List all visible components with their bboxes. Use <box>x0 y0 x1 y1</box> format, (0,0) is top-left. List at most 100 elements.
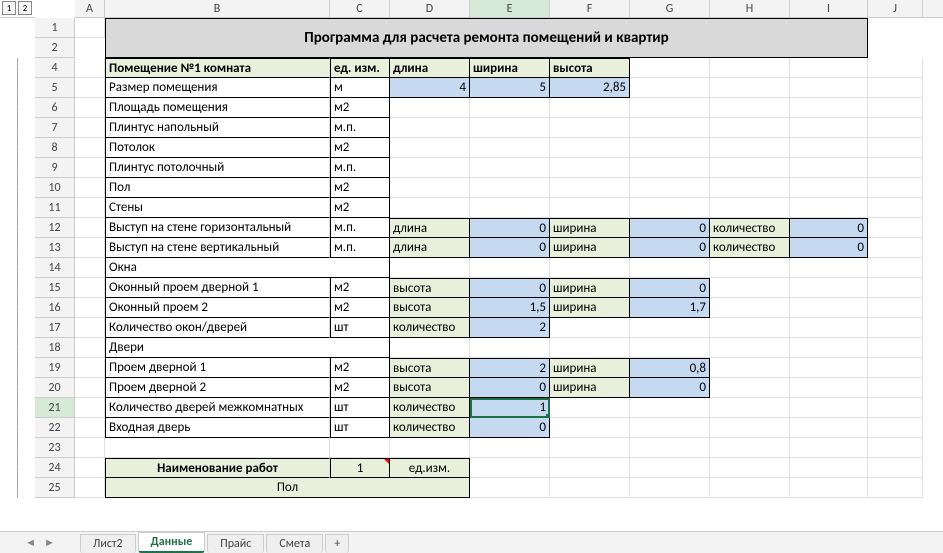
header-room[interactable]: Помещение №1 комната <box>105 58 330 78</box>
r5-unit[interactable]: м <box>330 78 390 98</box>
r19-g[interactable]: 0,8 <box>630 358 710 378</box>
r15-unit[interactable]: м2 <box>330 278 390 298</box>
r21-unit[interactable]: шт <box>330 398 390 418</box>
r16-g[interactable]: 1,7 <box>630 298 710 318</box>
r12-i[interactable]: 0 <box>790 218 868 238</box>
col-header-E[interactable]: E <box>470 0 550 17</box>
row-header-10[interactable]: 10 <box>35 178 75 198</box>
outline-level-1[interactable]: 1 <box>2 1 16 15</box>
tab-data[interactable]: Данные <box>138 532 206 553</box>
r12-name[interactable]: Выступ на стене горизонтальный <box>105 218 330 238</box>
row-header-5[interactable]: 5 <box>35 78 75 98</box>
r12-h[interactable]: количество <box>710 218 790 238</box>
r17-e[interactable]: 2 <box>470 318 550 338</box>
r24-c[interactable]: 1 <box>330 458 390 478</box>
row-header-24[interactable]: 24 <box>35 458 75 478</box>
tab-nav-prev[interactable]: ◄ <box>25 536 36 549</box>
r24-d[interactable]: ед.изм. <box>390 458 470 478</box>
r19-d[interactable]: высота <box>390 358 470 378</box>
header-hgt[interactable]: высота <box>550 58 630 78</box>
r11-name[interactable]: Стены <box>105 198 330 218</box>
r20-d[interactable]: высота <box>390 378 470 398</box>
r21-name[interactable]: Количество дверей межкомнатных <box>105 398 330 418</box>
r9-unit[interactable]: м.п. <box>330 158 390 178</box>
r17-d[interactable]: количество <box>390 318 470 338</box>
r20-f[interactable]: ширина <box>550 378 630 398</box>
r7-name[interactable]: Плинтус напольный <box>105 118 330 138</box>
r22-d[interactable]: количество <box>390 418 470 438</box>
r25-name[interactable]: Пол <box>105 478 470 498</box>
r13-e[interactable]: 0 <box>470 238 550 258</box>
r20-unit[interactable]: м2 <box>330 378 390 398</box>
row-header-17[interactable]: 17 <box>35 318 75 338</box>
row-header-4[interactable]: 4 <box>35 58 75 78</box>
col-header-B[interactable]: B <box>105 0 330 17</box>
col-header-D[interactable]: D <box>390 0 470 17</box>
r12-d[interactable]: длина <box>390 218 470 238</box>
row-header-13[interactable]: 13 <box>35 238 75 258</box>
header-len[interactable]: длина <box>390 58 470 78</box>
r19-name[interactable]: Проем дверной 1 <box>105 358 330 378</box>
r20-e[interactable]: 0 <box>470 378 550 398</box>
r22-unit[interactable]: шт <box>330 418 390 438</box>
tab-estimate[interactable]: Смета <box>266 534 323 553</box>
row-header-12[interactable]: 12 <box>35 218 75 238</box>
row-header-1[interactable]: 1 <box>35 18 75 38</box>
row-header-16[interactable]: 16 <box>35 298 75 318</box>
r15-g[interactable]: 0 <box>630 278 710 298</box>
r15-e[interactable]: 0 <box>470 278 550 298</box>
r21-d[interactable]: количество <box>390 398 470 418</box>
r12-g[interactable]: 0 <box>630 218 710 238</box>
r5-wid[interactable]: 5 <box>470 78 550 98</box>
r5-name[interactable]: Размер помещения <box>105 78 330 98</box>
row-header-25[interactable]: 25 <box>35 478 75 498</box>
r17-unit[interactable]: шт <box>330 318 390 338</box>
r19-unit[interactable]: м2 <box>330 358 390 378</box>
r12-unit[interactable]: м.п. <box>330 218 390 238</box>
r5-hgt[interactable]: 2,85 <box>550 78 630 98</box>
row-header-11[interactable]: 11 <box>35 198 75 218</box>
r17-name[interactable]: Количество окон/дверей <box>105 318 330 338</box>
r15-name[interactable]: Оконный проем дверной 1 <box>105 278 330 298</box>
r13-name[interactable]: Выступ на стене вертикальный <box>105 238 330 258</box>
row-header-2[interactable]: 2 <box>35 38 75 58</box>
cell-grid[interactable]: Программа для расчета ремонта помещений … <box>75 18 943 531</box>
r19-e[interactable]: 2 <box>470 358 550 378</box>
r16-e[interactable]: 1,5 <box>470 298 550 318</box>
col-header-J[interactable]: J <box>868 0 923 17</box>
row-header-20[interactable]: 20 <box>35 378 75 398</box>
tab-nav-next[interactable]: ► <box>44 536 55 549</box>
r13-g[interactable]: 0 <box>630 238 710 258</box>
row-header-15[interactable]: 15 <box>35 278 75 298</box>
col-header-C[interactable]: C <box>330 0 390 17</box>
r6-name[interactable]: Площадь помещения <box>105 98 330 118</box>
r13-i[interactable]: 0 <box>790 238 868 258</box>
header-unit[interactable]: ед. изм. <box>330 58 390 78</box>
r18-name[interactable]: Двери <box>105 338 390 358</box>
r22-name[interactable]: Входная дверь <box>105 418 330 438</box>
r6-unit[interactable]: м2 <box>330 98 390 118</box>
r16-name[interactable]: Оконный проем 2 <box>105 298 330 318</box>
r13-unit[interactable]: м.п. <box>330 238 390 258</box>
tab-sheet2[interactable]: Лист2 <box>80 534 136 553</box>
row-header-8[interactable]: 8 <box>35 138 75 158</box>
r16-f[interactable]: ширина <box>550 298 630 318</box>
r15-f[interactable]: ширина <box>550 278 630 298</box>
r8-name[interactable]: Потолок <box>105 138 330 158</box>
r12-e[interactable]: 0 <box>470 218 550 238</box>
row-header-9[interactable]: 9 <box>35 158 75 178</box>
r5-len[interactable]: 4 <box>390 78 470 98</box>
r13-f[interactable]: ширина <box>550 238 630 258</box>
row-header-22[interactable]: 22 <box>35 418 75 438</box>
r16-d[interactable]: высота <box>390 298 470 318</box>
row-header-14[interactable]: 14 <box>35 258 75 278</box>
r13-d[interactable]: длина <box>390 238 470 258</box>
r10-unit[interactable]: м2 <box>330 178 390 198</box>
r16-unit[interactable]: м2 <box>330 298 390 318</box>
r10-name[interactable]: Пол <box>105 178 330 198</box>
col-header-I[interactable]: I <box>790 0 868 17</box>
r9-name[interactable]: Плинтус потолочный <box>105 158 330 178</box>
r22-e[interactable]: 0 <box>470 418 550 438</box>
row-header-7[interactable]: 7 <box>35 118 75 138</box>
r11-unit[interactable]: м2 <box>330 198 390 218</box>
